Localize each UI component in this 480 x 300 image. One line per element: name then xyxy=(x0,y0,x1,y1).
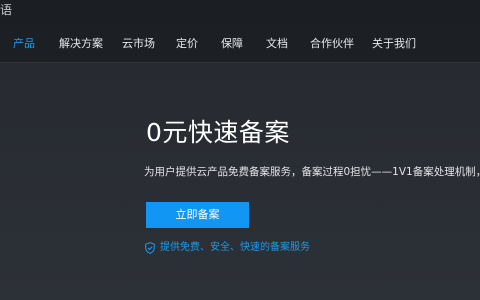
hero-title: 0元快速备案 xyxy=(146,118,290,147)
register-now-button[interactable]: 立即备案 xyxy=(146,202,249,228)
top-strip: 语 xyxy=(0,0,480,22)
nav-item-about[interactable]: 关于我们 xyxy=(372,37,416,50)
brand-fragment: 语 xyxy=(0,3,13,17)
nav-item-assurance[interactable]: 保障 xyxy=(221,37,243,50)
feature-text: 提供免费、安全、快速的备案服务 xyxy=(160,242,310,253)
nav-item-partners[interactable]: 合作伙伴 xyxy=(310,37,354,50)
shield-check-icon xyxy=(145,242,155,254)
main-nav: 产品 解决方案 云市场 定价 保障 文档 合作伙伴 关于我们 xyxy=(0,22,480,63)
page: 语 产品 解决方案 云市场 定价 保障 文档 合作伙伴 关于我们 0元快速备案 … xyxy=(0,0,480,300)
nav-item-products[interactable]: 产品 xyxy=(13,37,35,50)
nav-item-docs[interactable]: 文档 xyxy=(266,37,288,50)
hero-description: 为用户提供云产品免费备案服务，备案过程0担忧——1V1备案处理机制，最快 xyxy=(144,166,480,178)
nav-item-solutions[interactable]: 解决方案 xyxy=(59,37,103,50)
nav-item-pricing[interactable]: 定价 xyxy=(176,37,198,50)
nav-item-marketplace[interactable]: 云市场 xyxy=(122,37,155,50)
